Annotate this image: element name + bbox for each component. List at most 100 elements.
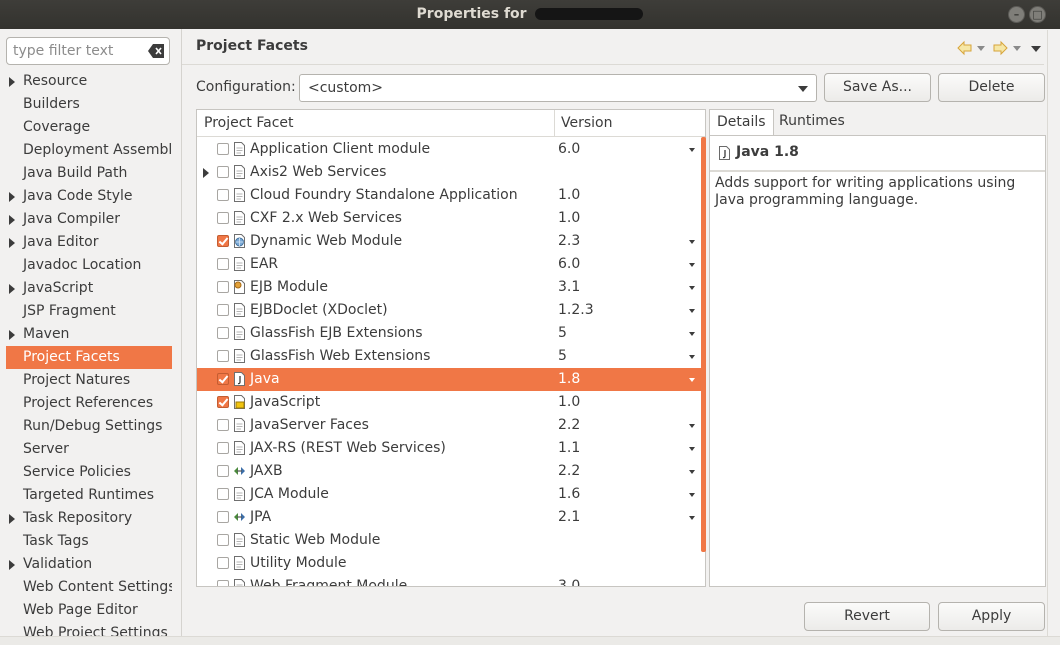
configuration-select[interactable]: <custom> (299, 74, 817, 102)
facet-checkbox[interactable] (217, 442, 229, 454)
expand-arrow-icon[interactable] (9, 330, 15, 340)
version-dropdown-icon[interactable] (689, 148, 695, 152)
facet-row-axis2-web-services[interactable]: Axis2 Web Services (197, 161, 701, 184)
facet-checkbox[interactable] (217, 258, 229, 270)
facet-row-glassfish-ejb-extensions[interactable]: GlassFish EJB Extensions 5 (197, 322, 701, 345)
version-dropdown-icon[interactable] (689, 286, 695, 290)
facet-checkbox[interactable] (217, 143, 229, 155)
save-as-button[interactable]: Save As... (824, 73, 931, 102)
facet-row-web-fragment-module[interactable]: Web Fragment Module 3.0 (197, 575, 701, 586)
forward-menu-chevron-down-icon[interactable] (1013, 46, 1021, 51)
sidebar-item-jsp-fragment[interactable]: JSP Fragment (6, 300, 172, 323)
facet-row-utility-module[interactable]: Utility Module (197, 552, 701, 575)
facet-checkbox[interactable] (217, 580, 229, 586)
sidebar-item-service-policies[interactable]: Service Policies (6, 461, 172, 484)
facet-checkbox[interactable] (217, 212, 229, 224)
expand-arrow-icon[interactable] (9, 238, 15, 248)
version-dropdown-icon[interactable] (689, 355, 695, 359)
version-dropdown-icon[interactable] (689, 516, 695, 520)
facet-row-dynamic-web-module[interactable]: Dynamic Web Module 2.3 (197, 230, 701, 253)
expand-arrow-icon[interactable] (9, 514, 15, 524)
facet-checkbox[interactable] (217, 396, 229, 408)
delete-button[interactable]: Delete (938, 73, 1045, 102)
sidebar-item-resource[interactable]: Resource (6, 70, 172, 93)
sidebar-item-run-debug-settings[interactable]: Run/Debug Settings (6, 415, 172, 438)
sidebar-item-project-natures[interactable]: Project Natures (6, 369, 172, 392)
expand-arrow-icon[interactable] (9, 284, 15, 294)
sidebar-item-javadoc-location[interactable]: Javadoc Location (6, 254, 172, 277)
forward-arrow-icon[interactable] (993, 40, 1008, 56)
facet-checkbox[interactable] (217, 373, 229, 385)
sidebar-item-maven[interactable]: Maven (6, 323, 172, 346)
facet-row-static-web-module[interactable]: Static Web Module (197, 529, 701, 552)
column-header-facet[interactable]: Project Facet (204, 115, 294, 131)
expand-arrow-icon[interactable] (9, 560, 15, 570)
version-dropdown-icon[interactable] (689, 424, 695, 428)
expand-arrow-icon[interactable] (9, 215, 15, 225)
version-dropdown-icon[interactable] (689, 309, 695, 313)
facet-checkbox[interactable] (217, 327, 229, 339)
sidebar-item-validation[interactable]: Validation (6, 553, 172, 576)
facet-row-ejb-module[interactable]: EJB Module 3.1 (197, 276, 701, 299)
facet-checkbox[interactable] (217, 235, 229, 247)
version-dropdown-icon[interactable] (689, 470, 695, 474)
facet-row-jca-module[interactable]: JCA Module 1.6 (197, 483, 701, 506)
sidebar-item-task-tags[interactable]: Task Tags (6, 530, 172, 553)
sidebar-item-web-page-editor[interactable]: Web Page Editor (6, 599, 172, 622)
expand-arrow-icon[interactable] (203, 168, 209, 178)
clear-filter-icon[interactable] (148, 44, 164, 58)
version-dropdown-icon[interactable] (689, 240, 695, 244)
facet-row-jaxb[interactable]: JAXB 2.2 (197, 460, 701, 483)
filter-input[interactable] (13, 39, 147, 63)
sidebar-item-project-references[interactable]: Project References (6, 392, 172, 415)
sidebar-item-builders[interactable]: Builders (6, 93, 172, 116)
back-arrow-icon[interactable] (957, 40, 972, 56)
view-menu-chevron-down-icon[interactable] (1031, 46, 1041, 52)
facet-row-cxf-2-x-web-services[interactable]: CXF 2.x Web Services 1.0 (197, 207, 701, 230)
facet-checkbox[interactable] (217, 304, 229, 316)
sidebar-item-targeted-runtimes[interactable]: Targeted Runtimes (6, 484, 172, 507)
facet-row-cloud-foundry-standalone-application[interactable]: Cloud Foundry Standalone Application 1.0 (197, 184, 701, 207)
version-dropdown-icon[interactable] (689, 263, 695, 267)
sidebar-item-task-repository[interactable]: Task Repository (6, 507, 172, 530)
back-menu-chevron-down-icon[interactable] (977, 46, 985, 51)
expand-arrow-icon[interactable] (9, 192, 15, 202)
facet-row-java[interactable]: Java 1.8 (197, 368, 701, 391)
revert-button[interactable]: Revert (804, 602, 930, 631)
sidebar-item-javascript[interactable]: JavaScript (6, 277, 172, 300)
minimize-button[interactable]: – (1008, 6, 1025, 23)
sidebar-item-coverage[interactable]: Coverage (6, 116, 172, 139)
version-dropdown-icon[interactable] (689, 493, 695, 497)
column-header-version[interactable]: Version (561, 115, 612, 131)
facet-checkbox[interactable] (217, 281, 229, 293)
facet-row-glassfish-web-extensions[interactable]: GlassFish Web Extensions 5 (197, 345, 701, 368)
sidebar-item-server[interactable]: Server (6, 438, 172, 461)
maximize-button[interactable]: □ (1029, 6, 1046, 23)
facet-checkbox[interactable] (217, 189, 229, 201)
facet-checkbox[interactable] (217, 534, 229, 546)
apply-button[interactable]: Apply (938, 602, 1045, 631)
tab-details[interactable]: Details (709, 109, 774, 135)
facet-checkbox[interactable] (217, 465, 229, 477)
version-dropdown-icon[interactable] (689, 378, 695, 382)
facet-row-ejbdoclet-xdoclet[interactable]: EJBDoclet (XDoclet) 1.2.3 (197, 299, 701, 322)
facet-checkbox[interactable] (217, 557, 229, 569)
sidebar-item-deployment-assembly[interactable]: Deployment Assembly (6, 139, 172, 162)
facet-checkbox[interactable] (217, 166, 229, 178)
facet-row-application-client-module[interactable]: Application Client module 6.0 (197, 138, 701, 161)
sidebar-item-project-facets[interactable]: Project Facets (6, 346, 172, 369)
expand-arrow-icon[interactable] (9, 77, 15, 87)
column-separator[interactable] (554, 110, 555, 137)
facet-checkbox[interactable] (217, 511, 229, 523)
sidebar-item-java-build-path[interactable]: Java Build Path (6, 162, 172, 185)
facet-row-ear[interactable]: EAR 6.0 (197, 253, 701, 276)
facet-checkbox[interactable] (217, 488, 229, 500)
facet-row-jax-rs-rest-web-services[interactable]: JAX-RS (REST Web Services) 1.1 (197, 437, 701, 460)
facet-checkbox[interactable] (217, 419, 229, 431)
sidebar-item-java-editor[interactable]: Java Editor (6, 231, 172, 254)
version-dropdown-icon[interactable] (689, 447, 695, 451)
facet-row-jpa[interactable]: JPA 2.1 (197, 506, 701, 529)
sidebar-item-java-code-style[interactable]: Java Code Style (6, 185, 172, 208)
sidebar-item-web-content-settings[interactable]: Web Content Settings (6, 576, 172, 599)
facet-checkbox[interactable] (217, 350, 229, 362)
